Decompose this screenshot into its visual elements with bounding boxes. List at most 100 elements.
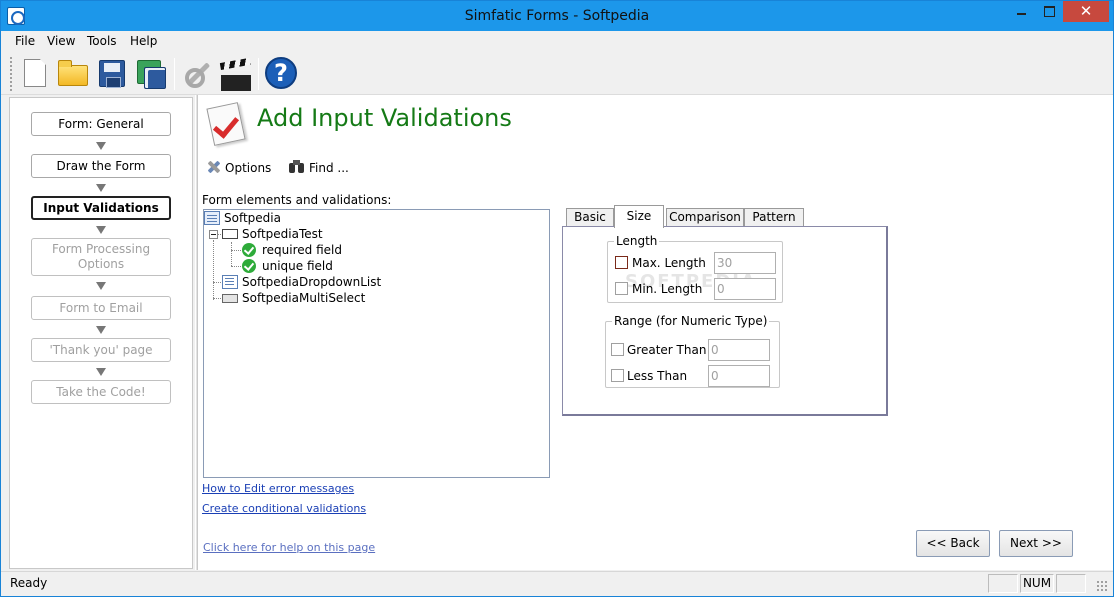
form-elements-tree[interactable]: Softpedia SoftpediaTest required field u…: [203, 209, 550, 478]
app-window: Simfatic Forms - Softpedia ✕ File View T…: [0, 0, 1114, 597]
tab-basic[interactable]: Basic: [566, 208, 614, 227]
wrench-icon: [185, 60, 211, 88]
menu-file[interactable]: File: [15, 34, 35, 48]
step-arrow-icon: [96, 226, 106, 234]
step-draw-form[interactable]: Draw the Form: [31, 154, 171, 178]
save-as-button[interactable]: [133, 57, 169, 91]
status-cell-caps: [988, 574, 1018, 593]
menu-bar: File View Tools Help: [1, 31, 1113, 53]
resize-grip-icon[interactable]: [1096, 580, 1108, 592]
main-content: Add Input Validations Options Find ... F…: [198, 95, 1113, 570]
step-form-processing[interactable]: Form Processing Options: [31, 238, 171, 276]
tools-options-icon: [205, 159, 221, 175]
back-button[interactable]: << Back: [916, 530, 990, 557]
toolbar-separator: [258, 58, 259, 90]
less-than-checkbox[interactable]: [611, 369, 624, 382]
wizard-steps-panel: Form: General Draw the Form Input Valida…: [9, 97, 193, 569]
validation-tabs: Basic Size Comparison Pattern SOFTPEDIA …: [562, 205, 888, 416]
edit-error-messages-link[interactable]: How to Edit error messages: [202, 482, 354, 495]
title-bar: Simfatic Forms - Softpedia ✕: [1, 1, 1113, 31]
less-than-label: Less Than: [627, 369, 688, 383]
toolbar: ?: [1, 53, 1113, 95]
check-icon: [242, 243, 256, 257]
tree-line: [213, 240, 214, 300]
close-button[interactable]: ✕: [1063, 1, 1109, 22]
tab-pattern[interactable]: Pattern: [744, 208, 804, 227]
save-disk-icon: [99, 60, 125, 88]
open-button[interactable]: [55, 57, 91, 91]
tab-comparison[interactable]: Comparison: [666, 208, 744, 227]
max-length-checkbox[interactable]: [615, 256, 628, 269]
menu-view[interactable]: View: [47, 34, 75, 48]
dropdown-list-icon: [222, 275, 238, 289]
greater-than-input[interactable]: 0: [708, 339, 770, 361]
options-label: Options: [225, 161, 272, 175]
save-as-icon: [137, 60, 166, 89]
check-icon: [242, 259, 256, 273]
step-arrow-icon: [96, 184, 106, 192]
validation-checklist-icon: [206, 101, 250, 147]
help-icon: ?: [265, 57, 297, 89]
tree-node-label: unique field: [262, 259, 333, 273]
tree-node-label: SoftpediaTest: [242, 227, 323, 241]
new-document-icon: [24, 59, 46, 87]
next-button[interactable]: Next >>: [999, 530, 1073, 557]
tree-node-label: SoftpediaMultiSelect: [242, 291, 366, 305]
collapse-icon[interactable]: [209, 230, 218, 239]
binoculars-icon: [289, 159, 305, 175]
status-cell-num: NUM: [1020, 574, 1054, 593]
maximize-button[interactable]: [1036, 1, 1063, 22]
status-bar: Ready NUM: [1, 571, 1113, 596]
open-folder-icon: [58, 60, 88, 86]
minimize-button[interactable]: [1008, 1, 1036, 22]
tools-button[interactable]: [179, 57, 215, 91]
step-arrow-icon: [96, 326, 106, 334]
step-take-code[interactable]: Take the Code!: [31, 380, 171, 404]
step-arrow-icon: [96, 282, 106, 290]
range-group-label: Range (for Numeric Type): [612, 314, 770, 328]
step-form-general[interactable]: Form: General: [31, 112, 171, 136]
page-help-link[interactable]: Click here for help on this page: [203, 541, 375, 554]
form-icon: [204, 211, 220, 225]
menu-help[interactable]: Help: [130, 34, 157, 48]
toolbar-grip[interactable]: [10, 57, 14, 91]
min-length-label: Min. Length: [632, 282, 703, 296]
step-input-validations[interactable]: Input Validations: [31, 196, 171, 220]
status-text: Ready: [10, 576, 48, 590]
new-button[interactable]: [17, 57, 53, 91]
multiselect-icon: [222, 294, 238, 303]
step-form-to-email[interactable]: Form to Email: [31, 296, 171, 320]
find-button[interactable]: Find ...: [289, 159, 351, 177]
tree-node-label: Softpedia: [224, 211, 281, 225]
min-length-input[interactable]: 0: [714, 278, 776, 300]
help-button[interactable]: ?: [263, 57, 299, 91]
toolbar-separator: [174, 58, 175, 90]
greater-than-checkbox[interactable]: [611, 343, 624, 356]
tree-line: [231, 266, 241, 267]
textbox-icon: [222, 229, 238, 239]
step-arrow-icon: [96, 142, 106, 150]
max-length-input[interactable]: 30: [714, 252, 776, 274]
length-group: Length Max. Length 30 Min. Length 0: [607, 234, 783, 303]
size-tab-panel: SOFTPEDIA Length Max. Length 30 Min. Len…: [562, 226, 888, 416]
menu-tools[interactable]: Tools: [87, 34, 117, 48]
step-thank-you-page[interactable]: 'Thank you' page: [31, 338, 171, 362]
window-title: Simfatic Forms - Softpedia: [464, 8, 650, 24]
range-group: Range (for Numeric Type) Greater Than 0 …: [605, 314, 780, 388]
preview-button[interactable]: [217, 57, 253, 91]
step-arrow-icon: [96, 368, 106, 376]
tree-label: Form elements and validations:: [202, 193, 392, 207]
max-length-label: Max. Length: [632, 256, 706, 270]
tab-size[interactable]: Size: [614, 205, 664, 228]
save-button[interactable]: [94, 57, 130, 91]
tree-line: [231, 242, 232, 266]
min-length-checkbox[interactable]: [615, 282, 628, 295]
status-cell-scroll: [1056, 574, 1086, 593]
less-than-input[interactable]: 0: [708, 365, 770, 387]
tree-node-label: SoftpediaDropdownList: [242, 275, 382, 289]
options-button[interactable]: Options: [205, 159, 271, 177]
length-group-label: Length: [614, 234, 660, 248]
tree-node-label: required field: [262, 243, 342, 257]
greater-than-label: Greater Than: [627, 343, 707, 357]
conditional-validations-link[interactable]: Create conditional validations: [202, 502, 366, 515]
